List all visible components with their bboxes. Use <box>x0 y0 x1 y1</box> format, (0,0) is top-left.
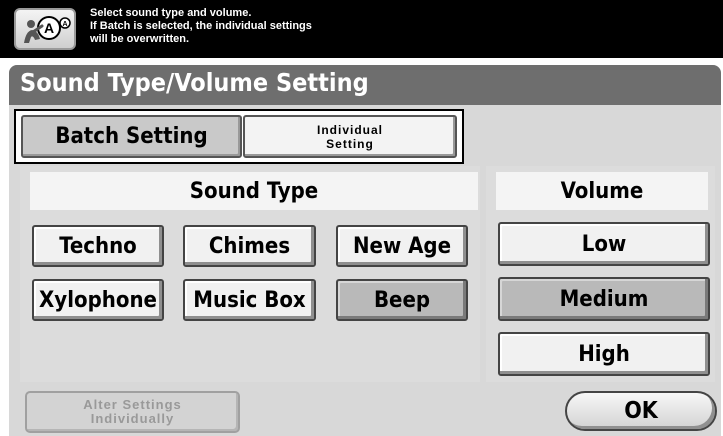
svg-text:A: A <box>44 20 54 36</box>
sound-beep-button[interactable]: Beep <box>336 279 468 321</box>
sound-music-box-button[interactable]: Music Box <box>183 279 316 321</box>
volume-high-button[interactable]: High <box>498 332 710 376</box>
svg-text:A: A <box>62 21 67 28</box>
ok-button[interactable]: OK <box>565 391 717 431</box>
message-line: will be overwritten. <box>90 33 190 45</box>
volume-header: Volume <box>496 172 708 210</box>
tab-batch-setting[interactable]: Batch Setting <box>21 115 242 158</box>
message-text: Select sound type and volume. If Batch i… <box>90 7 610 46</box>
sound-techno-button[interactable]: Techno <box>32 225 164 267</box>
volume-low-button[interactable]: Low <box>498 222 710 266</box>
volume-medium-button[interactable]: Medium <box>498 277 710 321</box>
tab-individual-label: Individual <box>316 122 383 137</box>
help-button[interactable]: A A <box>14 8 76 50</box>
sound-chimes-button[interactable]: Chimes <box>183 225 316 267</box>
tab-individual-label: Setting <box>326 136 374 151</box>
tab-individual-setting[interactable]: Individual Setting <box>243 115 457 158</box>
page-title: Sound Type/Volume Setting <box>20 68 369 97</box>
sound-new-age-button[interactable]: New Age <box>336 225 468 267</box>
message-line: If Batch is selected, the individual set… <box>90 20 312 32</box>
sound-type-header: Sound Type <box>30 172 478 210</box>
message-line: Select sound type and volume. <box>90 7 252 19</box>
help-person-icon: A A <box>24 16 71 43</box>
alter-button-label: Alter Settings <box>83 397 182 412</box>
alter-button-label: Individually <box>90 411 175 426</box>
alter-settings-individually-button[interactable]: Alter Settings Individually <box>25 391 240 433</box>
sound-xylophone-button[interactable]: Xylophone <box>32 279 164 321</box>
